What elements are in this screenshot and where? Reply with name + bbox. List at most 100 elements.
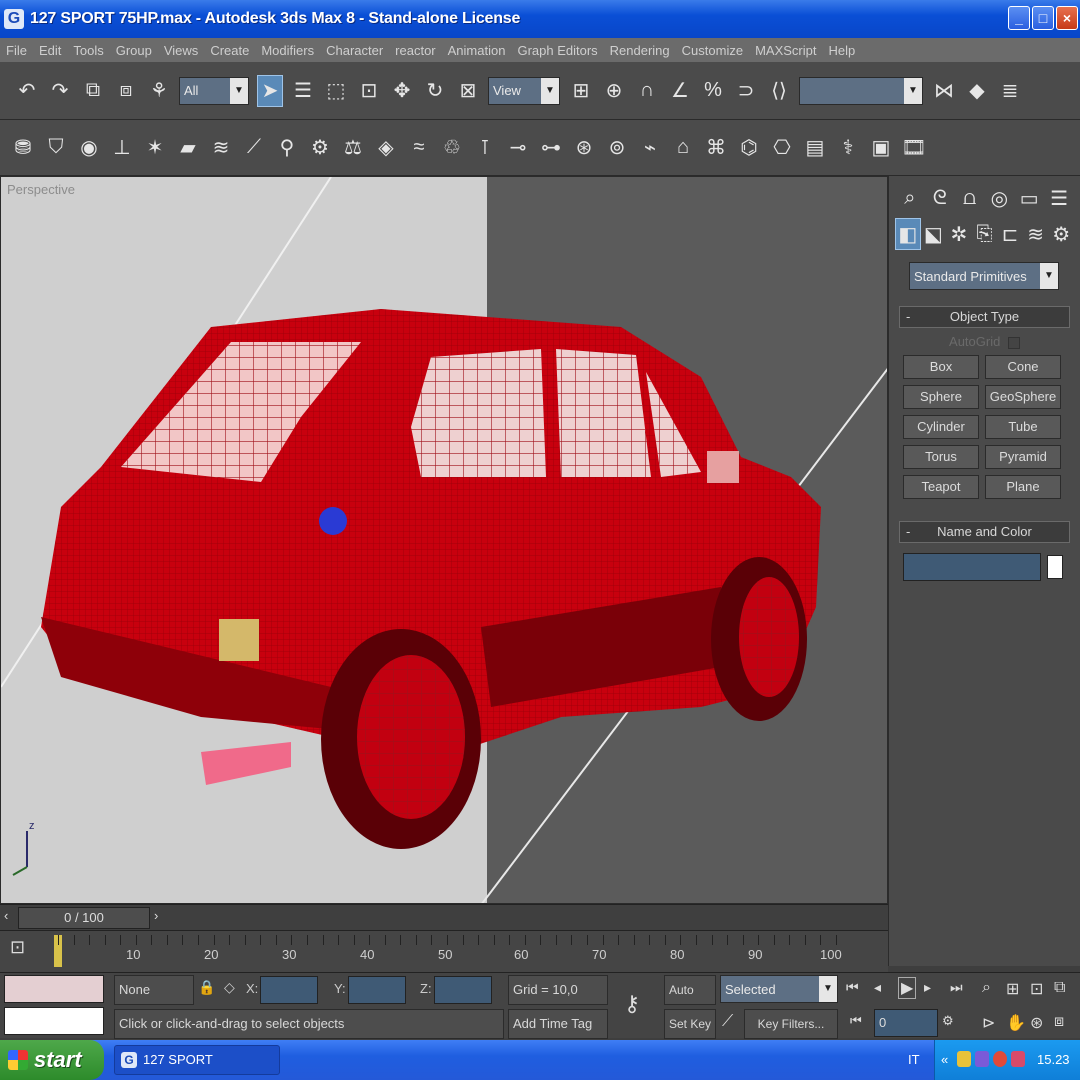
cylinder-button[interactable]: Cylinder bbox=[903, 415, 979, 439]
fracture-icon[interactable]: ◈ bbox=[373, 132, 399, 164]
time-slider[interactable]: ‹ 0 / 100 › bbox=[0, 904, 888, 930]
track-bar[interactable]: ⊡ 10 20 30 40 50 60 70 80 90 100 bbox=[0, 930, 888, 972]
ragdoll-icon[interactable]: ✶ bbox=[142, 132, 168, 164]
edit-named-selection-icon[interactable]: ⟨⟩ bbox=[766, 75, 792, 107]
window-crossing-icon[interactable]: ⊡ bbox=[356, 75, 382, 107]
time-slider-thumb[interactable]: 0 / 100 bbox=[18, 907, 150, 929]
select-manipulate-icon[interactable]: ⊕ bbox=[601, 75, 627, 107]
menu-group[interactable]: Group bbox=[116, 43, 152, 58]
select-object-icon[interactable]: ➤ bbox=[257, 74, 283, 107]
pyramid-button[interactable]: Pyramid bbox=[985, 445, 1061, 469]
play-icon[interactable]: ▶ bbox=[898, 977, 917, 999]
plane-icon[interactable]: ▰ bbox=[175, 132, 201, 164]
analyze-world-icon[interactable]: ⚕ bbox=[835, 132, 861, 164]
angle-snap-icon[interactable]: ∠ bbox=[667, 75, 693, 107]
shapes-icon[interactable]: ⬕ bbox=[921, 218, 947, 250]
plane-button[interactable]: Plane bbox=[985, 475, 1061, 499]
menu-animation[interactable]: Animation bbox=[448, 43, 506, 58]
set-key-button[interactable]: Set Key bbox=[664, 1009, 716, 1039]
field-of-view-icon[interactable]: ⊳ bbox=[982, 1013, 995, 1033]
lock-icon[interactable]: 🔒 bbox=[198, 979, 215, 996]
menu-character[interactable]: Character bbox=[326, 43, 383, 58]
toy-car-icon[interactable]: ⚖ bbox=[340, 132, 366, 164]
helpers-icon[interactable]: ⊏ bbox=[997, 218, 1023, 250]
app-icon[interactable]: G bbox=[4, 9, 24, 29]
tube-button[interactable]: Tube bbox=[985, 415, 1061, 439]
y-coordinate-input[interactable] bbox=[348, 976, 406, 1004]
cone-button[interactable]: Cone bbox=[985, 355, 1061, 379]
perspective-viewport[interactable]: z Perspective bbox=[0, 176, 888, 904]
zoom-icon[interactable]: ⌕ bbox=[982, 979, 991, 997]
go-to-end-icon[interactable]: ⏭ bbox=[950, 979, 963, 996]
pivot-center-icon[interactable]: ⊞ bbox=[568, 75, 594, 107]
hinge-icon[interactable]: ⊺ bbox=[472, 132, 498, 164]
redo-icon[interactable]: ↷ bbox=[47, 75, 73, 107]
motion-tab-icon[interactable]: ◎ bbox=[986, 182, 1012, 214]
torus-button[interactable]: Torus bbox=[903, 445, 979, 469]
reference-coordinate-dropdown[interactable]: View ▼ bbox=[488, 76, 560, 105]
key-filters-button[interactable]: Key Filters... bbox=[744, 1009, 838, 1039]
category-dropdown[interactable]: Standard Primitives ▼ bbox=[909, 262, 1059, 290]
geosphere-button[interactable]: GeoSphere bbox=[985, 385, 1061, 409]
tray-app-icon[interactable] bbox=[1011, 1051, 1025, 1067]
motor-icon[interactable]: ⚲ bbox=[274, 132, 300, 164]
point-to-point-icon[interactable]: ⊸ bbox=[505, 132, 531, 164]
viewport-label[interactable]: Perspective bbox=[7, 182, 75, 197]
geometry-icon[interactable]: ◧ bbox=[895, 218, 921, 250]
autogrid-checkbox[interactable]: AutoGrid bbox=[889, 334, 1080, 349]
cooperative-icon[interactable]: ⌁ bbox=[637, 132, 663, 164]
menu-graph-editors[interactable]: Graph Editors bbox=[517, 43, 597, 58]
rope-icon[interactable]: ⊥ bbox=[109, 132, 135, 164]
box-button[interactable]: Box bbox=[903, 355, 979, 379]
scale-icon[interactable]: ⊠ bbox=[455, 75, 481, 107]
create-tab-icon[interactable]: ⌕ bbox=[897, 182, 923, 214]
utilities-tab-icon[interactable]: ☰ bbox=[1046, 182, 1072, 214]
tray-expand-icon[interactable]: « bbox=[941, 1052, 948, 1067]
point-to-path-icon[interactable]: ⊚ bbox=[604, 132, 630, 164]
dashpot-icon[interactable]: ⟋ bbox=[241, 132, 267, 164]
cloth-modifier-icon[interactable]: ⌘ bbox=[703, 132, 729, 164]
menu-views[interactable]: Views bbox=[164, 43, 198, 58]
menu-file[interactable]: File bbox=[6, 43, 27, 58]
taskbar-item-3dsmax[interactable]: G 127 SPORT 75HP.ma... bbox=[114, 1045, 280, 1075]
menu-customize[interactable]: Customize bbox=[682, 43, 743, 58]
soft-body-modifier-icon[interactable]: ⌬ bbox=[736, 132, 762, 164]
object-name-input[interactable] bbox=[903, 553, 1041, 581]
car-wheel-icon[interactable]: ⊛ bbox=[571, 132, 597, 164]
prismatic-icon[interactable]: ⊶ bbox=[538, 132, 564, 164]
unlink-icon[interactable]: ⧈ bbox=[113, 75, 139, 107]
undo-icon[interactable]: ↶ bbox=[14, 75, 40, 107]
teapot-button[interactable]: Teapot bbox=[903, 475, 979, 499]
arc-rotate-icon[interactable]: ⊛ bbox=[1030, 1013, 1043, 1033]
zoom-all-icon[interactable]: ⊞ bbox=[1006, 979, 1019, 999]
key-mode-dropdown[interactable]: Selected ▼ bbox=[720, 975, 838, 1003]
create-animation-icon[interactable]: 🎞 bbox=[901, 132, 927, 164]
align-icon[interactable]: ◆ bbox=[964, 75, 990, 107]
minimize-button[interactable]: _ bbox=[1008, 6, 1030, 30]
add-time-tag-button[interactable]: Add Time Tag bbox=[508, 1009, 608, 1039]
clock[interactable]: 15.23 bbox=[1037, 1052, 1070, 1067]
move-icon[interactable]: ✥ bbox=[389, 75, 415, 107]
cloth-collection-icon[interactable]: ⛉ bbox=[43, 132, 69, 164]
mini-curve-editor-icon[interactable]: ⊡ bbox=[10, 937, 36, 963]
go-to-start-icon[interactable]: ⏮ bbox=[846, 979, 859, 996]
maxscript-listener-white[interactable] bbox=[4, 1007, 104, 1035]
layer-manager-icon[interactable]: ≣ bbox=[997, 75, 1023, 107]
menu-tools[interactable]: Tools bbox=[73, 43, 103, 58]
menu-modifiers[interactable]: Modifiers bbox=[261, 43, 314, 58]
space-warps-icon[interactable]: ≋ bbox=[1023, 218, 1049, 250]
spinner-snap-icon[interactable]: ⊃ bbox=[733, 75, 759, 107]
time-configuration-icon[interactable]: ⚙ bbox=[942, 1013, 954, 1029]
display-tab-icon[interactable]: ▭ bbox=[1016, 182, 1042, 214]
object-type-rollout[interactable]: - Object Type bbox=[899, 306, 1070, 328]
x-coordinate-input[interactable] bbox=[260, 976, 318, 1004]
select-by-name-icon[interactable]: ☰ bbox=[290, 75, 316, 107]
slider-next-icon[interactable]: › bbox=[154, 908, 158, 923]
previous-frame-icon[interactable]: ◂ bbox=[874, 979, 881, 996]
lights-icon[interactable]: ✲ bbox=[946, 218, 972, 250]
key-icon[interactable]: ⚷ bbox=[624, 991, 640, 1017]
soft-body-icon[interactable]: ◉ bbox=[76, 132, 102, 164]
z-coordinate-input[interactable] bbox=[434, 976, 492, 1004]
tray-app-icon[interactable] bbox=[975, 1051, 989, 1067]
language-indicator[interactable]: IT bbox=[908, 1052, 920, 1067]
